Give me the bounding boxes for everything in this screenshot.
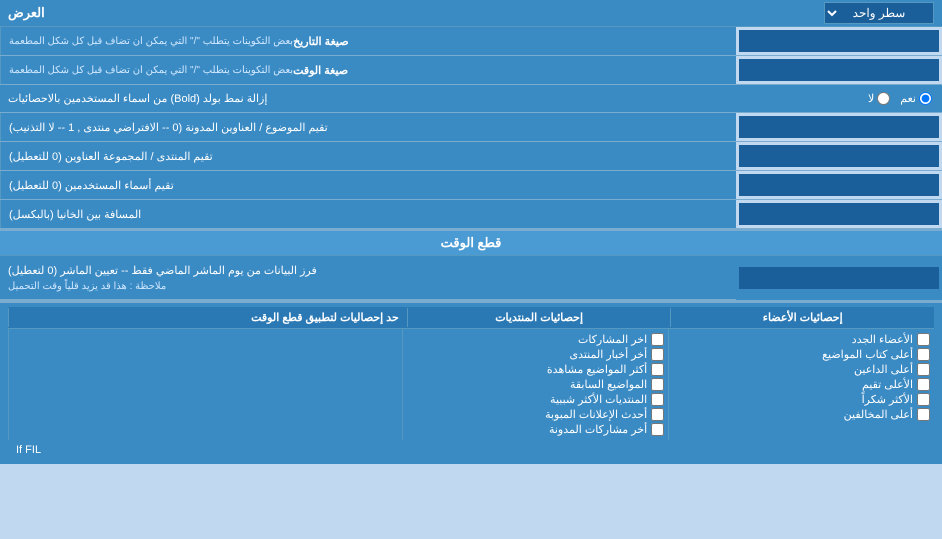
bold-radio-no[interactable]: لا: [868, 92, 890, 105]
cb-top-rating[interactable]: الأعلى تقيم: [673, 378, 930, 391]
cb-top-followups[interactable]: أعلى المخالفين: [673, 408, 930, 421]
subject-sort-row: 33 تقيم الموضوع / العناوين المدونة (0 --…: [0, 113, 942, 142]
realtime-section-header: قطع الوقت: [0, 229, 942, 256]
bold-radio-yes[interactable]: نعم: [900, 92, 932, 105]
forums-stats-col: اخر المشاركات أخر أخبار المنتدى أكثر الم…: [402, 329, 668, 440]
forum-sort-input[interactable]: 33: [745, 149, 933, 163]
gap-label: المسافة بين الخانيا (بالبكسل): [0, 200, 736, 228]
subject-sort-input-wrapper: 33: [739, 116, 939, 138]
main-label-col: [8, 329, 402, 440]
main-container: سطر واحد العرض d-m صيغة التاريخ بعض التك…: [0, 0, 942, 464]
cb-new-members[interactable]: الأعضاء الجدد: [673, 333, 930, 346]
gap-row: 2 المسافة بين الخانيا (بالبكسل): [0, 200, 942, 229]
cb-ads[interactable]: أحدث الإعلانات المبوبة: [407, 408, 664, 421]
realtime-row: 0 فرز البيانات من يوم الماشر الماضي فقط …: [0, 256, 942, 301]
bold-remove-row: نعم لا إزالة نمط بولد (Bold) من اسماء ال…: [0, 85, 942, 113]
realtime-input-wrapper: 0: [739, 267, 939, 289]
display-dropdown[interactable]: سطر واحد: [824, 2, 934, 24]
users-sort-row: 0 تقيم أسماء المستخدمين (0 للتعطيل): [0, 171, 942, 200]
cb-pinned[interactable]: أخر مشاركات المدونة: [407, 423, 664, 436]
cb-most-thanks[interactable]: الأكثر شكراً: [673, 393, 930, 406]
bold-radio-options: نعم لا: [858, 92, 942, 105]
time-format-input[interactable]: H:i: [745, 63, 933, 77]
users-sort-input[interactable]: 0: [745, 178, 933, 192]
cb-shares[interactable]: اخر المشاركات: [407, 333, 664, 346]
date-format-row: d-m صيغة التاريخ بعض التكوينات يتطلب "/"…: [0, 27, 942, 56]
gap-input[interactable]: 2: [745, 207, 933, 221]
realtime-label: فرز البيانات من يوم الماشر الماضي فقط --…: [0, 256, 736, 300]
forum-sort-label: تقيم المنتدى / المجموعة العناوين (0 للتع…: [0, 142, 736, 170]
members-stats-col: الأعضاء الجدد أعلى كتاب المواضيع أعلى ال…: [668, 329, 934, 440]
forum-sort-row: 33 تقيم المنتدى / المجموعة العناوين (0 ل…: [0, 142, 942, 171]
cb-top-poster[interactable]: أعلى كتاب المواضيع: [673, 348, 930, 361]
checkboxes-grid: الأعضاء الجدد أعلى كتاب المواضيع أعلى ال…: [8, 329, 934, 440]
date-format-label: صيغة التاريخ بعض التكوينات يتطلب "/" الت…: [0, 27, 736, 55]
cb-forum-news[interactable]: أخر أخبار المنتدى: [407, 348, 664, 361]
users-sort-label: تقيم أسماء المستخدمين (0 للتعطيل): [0, 171, 736, 199]
header-row: سطر واحد العرض: [0, 0, 942, 27]
cb-similar[interactable]: المنتديات الأكثر شببية: [407, 393, 664, 406]
cb-top-donor[interactable]: أعلى الداعين: [673, 363, 930, 376]
time-format-label: صيغة الوقت بعض التكوينات يتطلب "/" التي …: [0, 56, 736, 84]
cb-old-topics[interactable]: المواضيع السابقة: [407, 378, 664, 391]
subject-sort-label: تقيم الموضوع / العناوين المدونة (0 -- ال…: [0, 113, 736, 141]
cb-most-viewed[interactable]: أكثر المواضيع مشاهدة: [407, 363, 664, 376]
forum-sort-input-wrapper: 33: [739, 145, 939, 167]
time-format-input-wrapper: H:i: [739, 59, 939, 81]
bold-remove-label: إزالة نمط بولد (Bold) من اسماء المستخدمي…: [0, 89, 858, 108]
checkboxes-section: إحصائيات الأعضاء إحصائيات المنتديات حد إ…: [0, 301, 942, 464]
date-format-input-wrapper: d-m: [739, 30, 939, 52]
realtime-input[interactable]: 0: [745, 271, 933, 285]
footer-text: If FIL: [8, 440, 934, 460]
cb-col1-header: إحصائيات المنتديات: [407, 308, 671, 327]
gap-input-wrapper: 2: [739, 203, 939, 225]
subject-sort-input[interactable]: 33: [745, 120, 933, 134]
time-format-row: H:i صيغة الوقت بعض التكوينات يتطلب "/" ا…: [0, 56, 942, 85]
cb-main-header: حد إحصاليات لتطبيق قطع الوقت: [8, 308, 407, 327]
users-sort-input-wrapper: 0: [739, 174, 939, 196]
checkboxes-header-wrapper: إحصائيات الأعضاء إحصائيات المنتديات حد إ…: [8, 307, 934, 329]
header-label: العرض: [8, 5, 45, 21]
date-format-input[interactable]: d-m: [745, 34, 933, 48]
cb-col2-header: إحصائيات الأعضاء: [670, 308, 934, 327]
